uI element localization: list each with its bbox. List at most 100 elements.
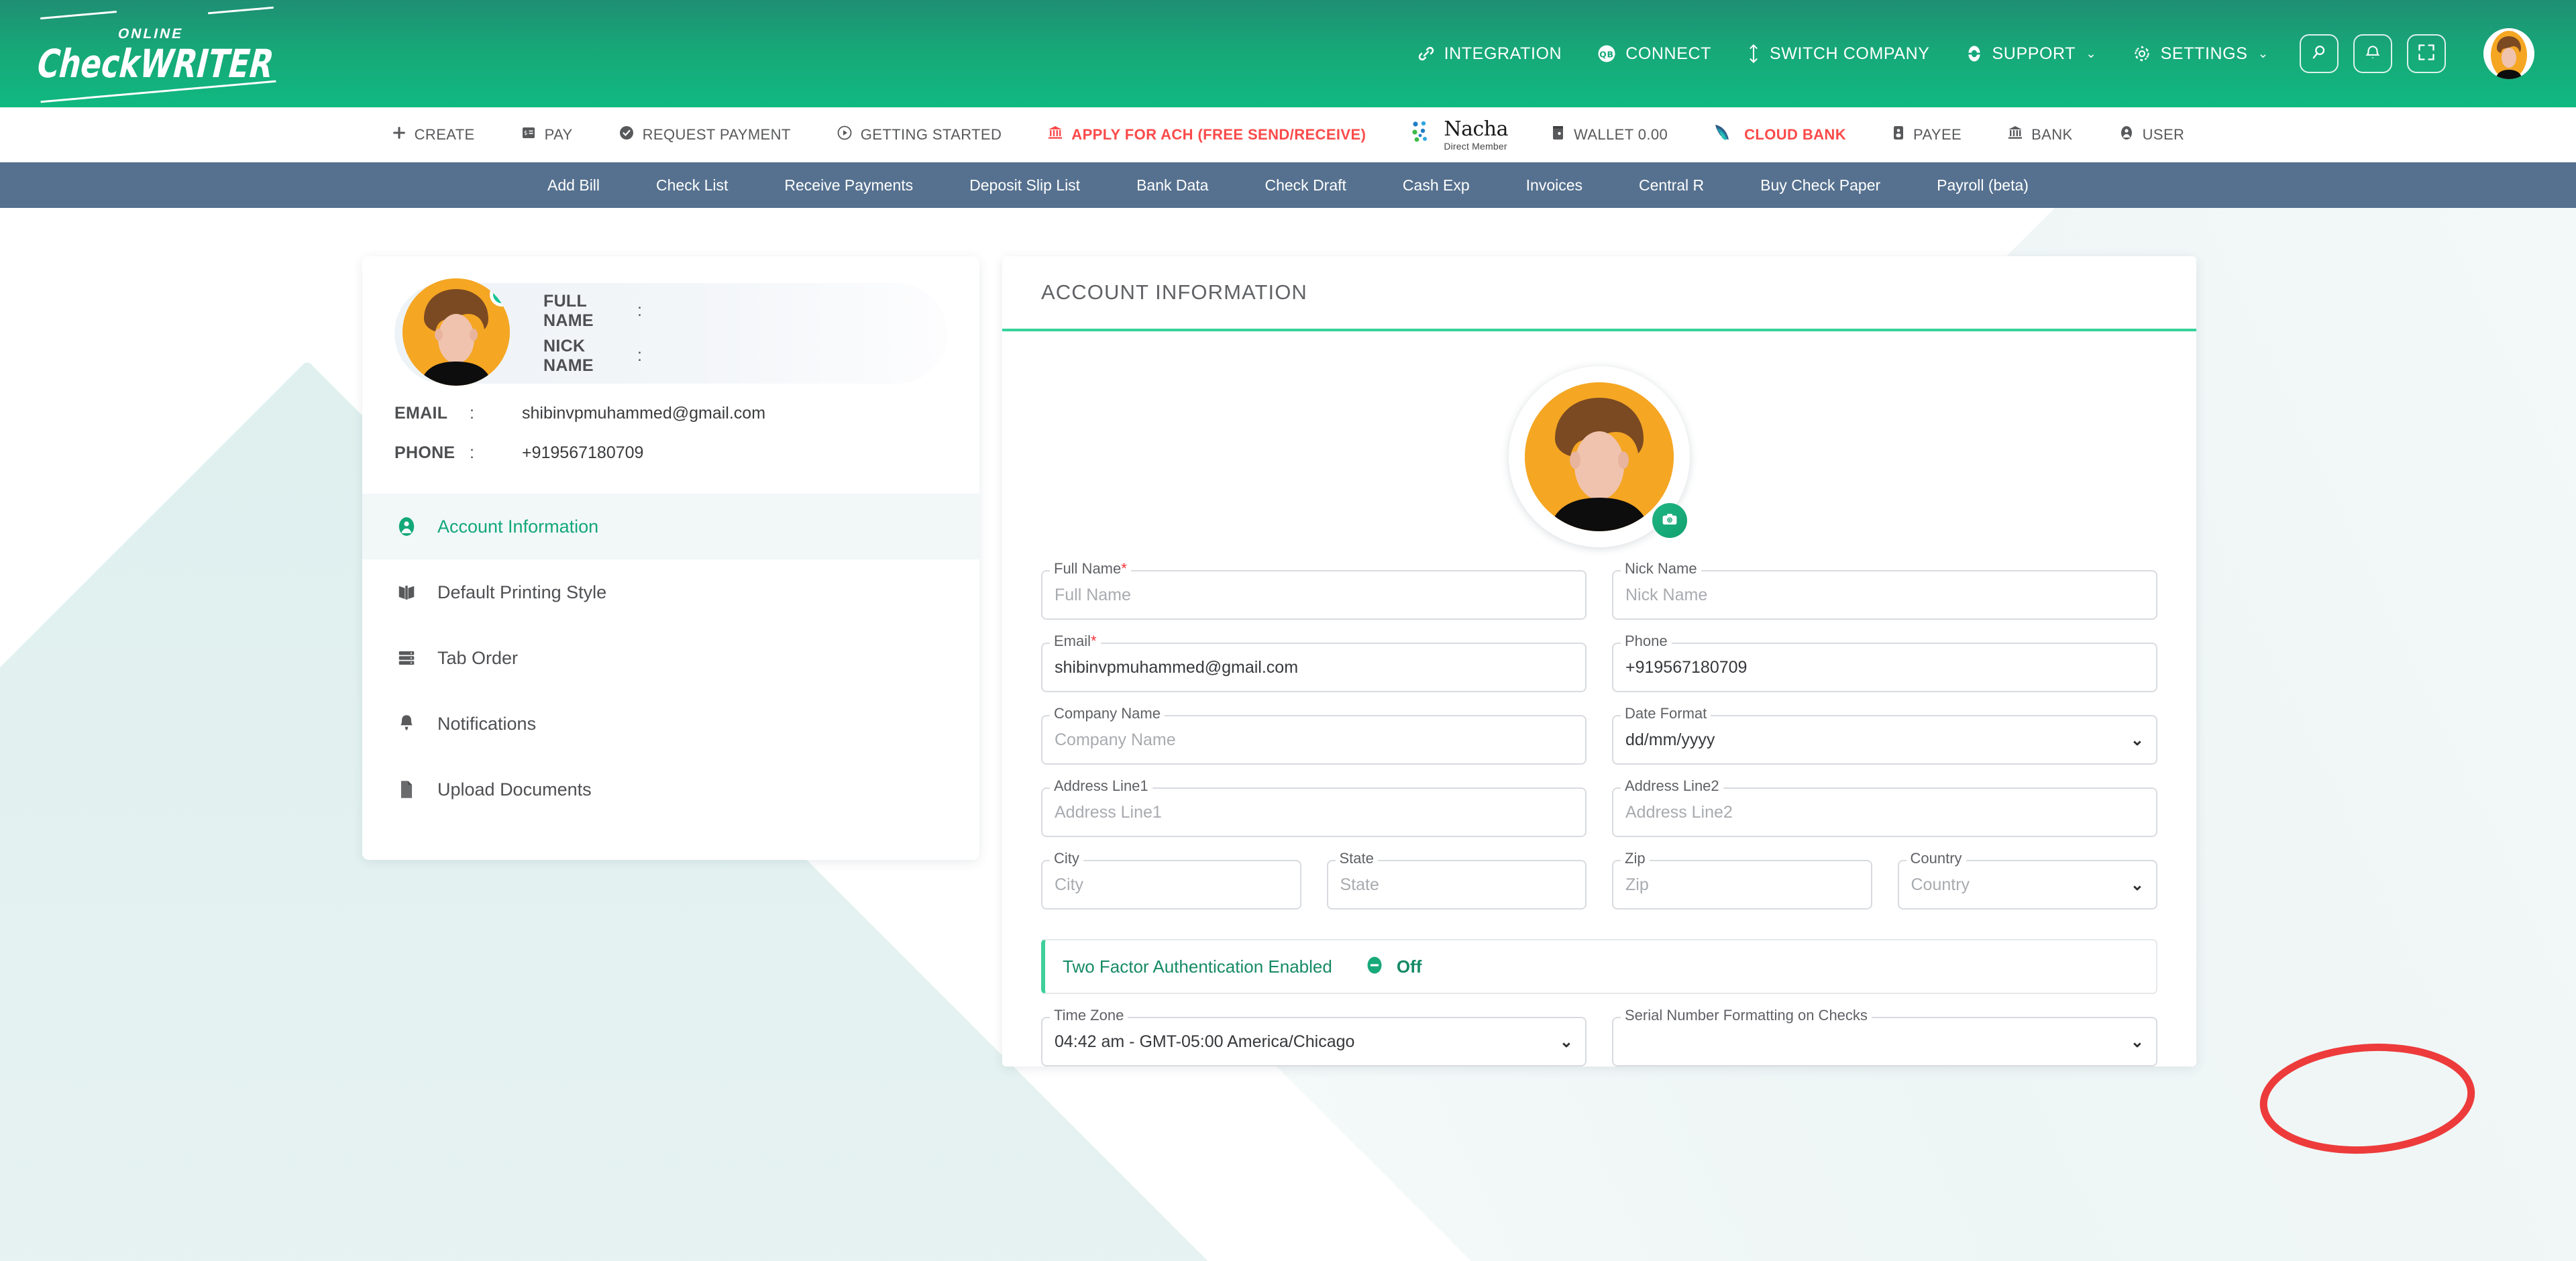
form-row-company-dateformat: Company Name Company Name Date Format dd… — [1041, 705, 2157, 765]
nav-item-create[interactable]: CREATE — [369, 125, 498, 144]
profile-detail-email: EMAIL : shibinvpmuhammed@gmail.com — [394, 404, 979, 423]
company-name-input[interactable]: Company Name — [1041, 715, 1587, 765]
address-line1-input[interactable]: Address Line1 — [1041, 787, 1587, 837]
field-label: Zip — [1621, 850, 1650, 867]
camera-upload-button[interactable] — [1652, 503, 1687, 538]
detail-key: PHONE — [394, 443, 455, 462]
field-label: Company Name — [1050, 705, 1165, 722]
document-icon — [394, 779, 419, 800]
field-city: City City — [1041, 850, 1301, 910]
address-line2-input[interactable]: Address Line2 — [1612, 787, 2157, 837]
avatar-large[interactable] — [1509, 366, 1690, 547]
sidebar-item-notifications[interactable]: Notifications — [362, 691, 979, 757]
plus-icon — [392, 125, 407, 144]
nav-item-apply-for-ach[interactable]: APPLY FOR ACH (FREE SEND/RECEIVE) — [1024, 125, 1389, 145]
profile-avatar[interactable] — [402, 278, 510, 386]
subnav-item[interactable]: Add Bill — [519, 176, 628, 195]
nav-label: APPLY FOR ACH (FREE SEND/RECEIVE) — [1071, 126, 1366, 143]
chevron-down-icon: ⌄ — [2086, 46, 2097, 61]
field-label: Nick Name — [1621, 560, 1701, 578]
subnav-item[interactable]: Bank Data — [1108, 176, 1236, 195]
subnav-item[interactable]: Invoices — [1498, 176, 1611, 195]
search-button[interactable] — [2300, 34, 2339, 73]
date-format-select[interactable]: dd/mm/yyyy ⌄ — [1612, 715, 2157, 765]
field-label: Email* — [1050, 633, 1101, 650]
nav-item-bank[interactable]: BANK — [1984, 125, 2096, 145]
zip-input[interactable]: Zip — [1612, 860, 1872, 910]
topnav-item-switch-company[interactable]: SWITCH COMPANY — [1746, 44, 1930, 64]
nick-name-input[interactable]: Nick Name — [1612, 570, 2157, 620]
book-open-icon — [394, 582, 419, 602]
field-state: State State — [1326, 850, 1587, 910]
chevron-down-icon: ⌄ — [2130, 1032, 2144, 1051]
field-label: Phone — [1621, 633, 1672, 650]
settings-sidebar-menu: Account Information Default Printing Sty… — [362, 494, 979, 822]
camera-icon — [1661, 510, 1678, 531]
subnav-item[interactable]: Payroll (beta) — [1909, 176, 2057, 195]
detail-value: shibinvpmuhammed@gmail.com — [522, 404, 766, 423]
nav-item-request-payment[interactable]: REQUEST PAYMENT — [596, 125, 814, 145]
nav-label: CLOUD BANK — [1744, 126, 1846, 143]
form-row-city-state-zip-country: City City State State Zip Zip Country Co… — [1041, 850, 2157, 910]
nacha-direct-member-badge[interactable]: Nacha Direct Member — [1389, 119, 1528, 152]
fullscreen-button[interactable] — [2407, 34, 2446, 73]
field-value: City — [1055, 875, 1084, 894]
detail-colon: : — [470, 404, 474, 423]
svg-text:$: $ — [524, 130, 528, 137]
field-value: +919567180709 — [1625, 657, 1748, 677]
top-header-bar: ONLINE CheckWRITER INTEGRATION qb CON — [0, 0, 2576, 107]
two-factor-auth-toggle[interactable]: Off — [1364, 955, 1421, 979]
subnav-item[interactable]: Check List — [628, 176, 756, 195]
gear-icon — [2132, 44, 2152, 64]
subnav-item[interactable]: Deposit Slip List — [941, 176, 1108, 195]
detail-value: +919567180709 — [522, 443, 644, 462]
phone-input[interactable]: +919567180709 — [1612, 643, 2157, 692]
field-nick-name: Nick Name Nick Name — [1612, 560, 2157, 620]
time-zone-select[interactable]: 04:42 am - GMT-05:00 America/Chicago ⌄ — [1041, 1017, 1587, 1066]
city-input[interactable]: City — [1041, 860, 1301, 910]
bank-columns-icon — [1047, 125, 1063, 145]
sidebar-item-tab-order[interactable]: Tab Order — [362, 625, 979, 691]
nav-item-user[interactable]: USER — [2096, 125, 2208, 145]
user-avatar-button[interactable] — [2483, 28, 2534, 79]
subnav-item[interactable]: Check Draft — [1236, 176, 1374, 195]
topnav-item-integration[interactable]: INTEGRATION — [1417, 44, 1562, 64]
topnav-item-support[interactable]: SUPPORT ⌄ — [1965, 44, 2097, 64]
email-input[interactable]: shibinvpmuhammed@gmail.com — [1041, 643, 1587, 692]
topnav-label: INTEGRATION — [1444, 44, 1562, 63]
notifications-button[interactable] — [2353, 34, 2392, 73]
two-factor-auth-row: Two Factor Authentication Enabled Off — [1041, 939, 2157, 994]
brand-logo[interactable]: ONLINE CheckWRITER — [32, 15, 319, 103]
two-factor-auth-label: Two Factor Authentication Enabled — [1063, 956, 1332, 977]
nav-item-cloud-bank[interactable]: CLOUD BANK — [1690, 123, 1869, 147]
subnav-item[interactable]: Buy Check Paper — [1732, 176, 1909, 195]
country-select[interactable]: Country ⌄ — [1897, 860, 2157, 910]
state-input[interactable]: State — [1326, 860, 1587, 910]
fullscreen-icon — [2417, 43, 2436, 65]
search-icon — [2310, 43, 2328, 65]
field-label: Country — [1906, 850, 1966, 867]
nav-label: GETTING STARTED — [860, 126, 1002, 143]
sidebar-item-default-printing-style[interactable]: Default Printing Style — [362, 559, 979, 625]
profile-summary-pill: FULL NAME : NICK NAME : — [394, 278, 947, 386]
subnav-item[interactable]: Cash Exp — [1375, 176, 1498, 195]
subnav-item[interactable]: Receive Payments — [756, 176, 941, 195]
topnav-item-connect[interactable]: qb CONNECT — [1597, 44, 1711, 64]
topnav-item-settings[interactable]: SETTINGS ⌄ — [2132, 44, 2269, 64]
avatar-large-image — [1525, 382, 1674, 531]
sidebar-item-account-information[interactable]: Account Information — [362, 494, 979, 559]
nav-item-getting-started[interactable]: GETTING STARTED — [814, 125, 1025, 145]
field-company-name: Company Name Company Name — [1041, 705, 1587, 765]
nav-item-wallet[interactable]: WALLET 0.00 — [1528, 125, 1690, 145]
field-label: State — [1335, 850, 1378, 867]
nav-item-payee[interactable]: PAYEE — [1869, 125, 1984, 145]
nav-label: PAYEE — [1913, 126, 1962, 143]
nav-item-pay[interactable]: $ PAY — [498, 125, 596, 145]
logo-wordmark: CheckWRITER — [32, 40, 279, 87]
serial-number-formatting-select[interactable]: ⌄ — [1612, 1017, 2157, 1066]
minus-circle-icon — [1364, 955, 1385, 979]
subnav-item[interactable]: Central R — [1611, 176, 1732, 195]
full-name-input[interactable]: Full Name — [1041, 570, 1587, 620]
sidebar-item-upload-documents[interactable]: Upload Documents — [362, 757, 979, 822]
panel-body: Full Name* Full Name Nick Name Nick Name… — [1002, 331, 2475, 1154]
